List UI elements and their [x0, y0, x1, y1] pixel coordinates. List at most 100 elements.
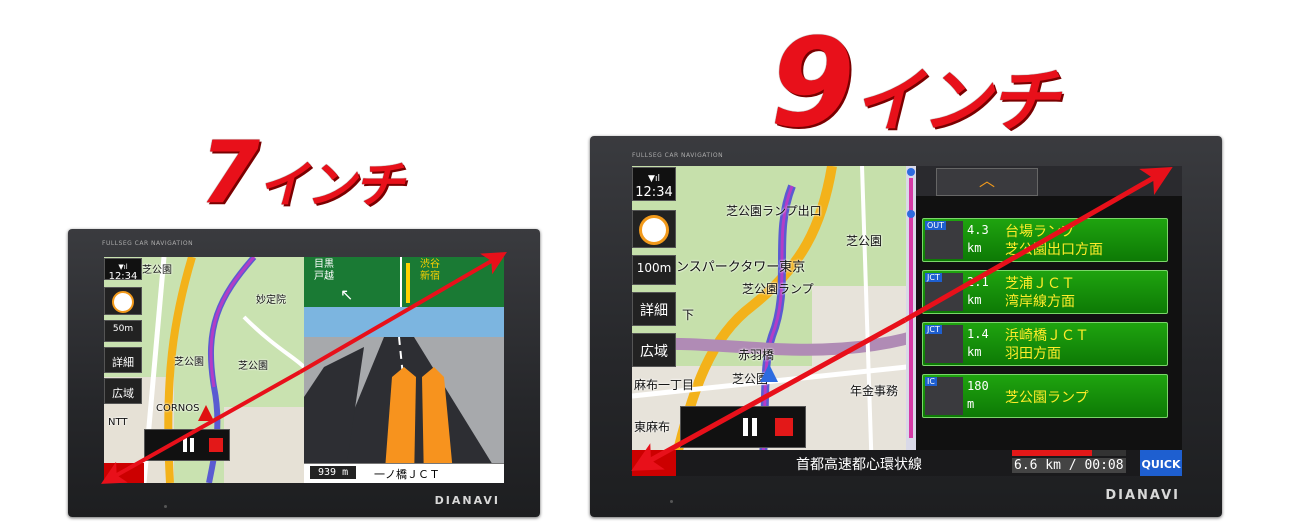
scroll-up-icon[interactable] [907, 168, 915, 176]
guide-distance: 2.1 [967, 275, 989, 289]
device-7-inch: FULLSEG CAR NAVIGATION DIANAVI ▼ıl 12:34 [68, 229, 540, 517]
remaining-progress-bar [1012, 450, 1126, 456]
guide-distance: 4.3 [967, 223, 989, 237]
device-9-clock-text: 12:34 [635, 185, 673, 200]
guide-unit: km [967, 293, 982, 307]
stop-icon[interactable] [209, 438, 223, 452]
chevron-up-icon: ︿ [978, 171, 995, 190]
guide-name-2: 羽田方面 [1005, 346, 1061, 362]
quick-button[interactable]: QUICK [1140, 450, 1182, 476]
map-label: 年金事務 [850, 384, 899, 398]
playback-controls[interactable] [144, 429, 230, 461]
sign-left-text: 目黒 戸越 [314, 259, 334, 283]
sign-up-arrow-icon [406, 263, 410, 303]
map-label: 赤羽橋 [738, 348, 775, 362]
sign-divider [400, 257, 402, 307]
map-label: NTT [108, 417, 128, 428]
remaining-progress-fill [1012, 450, 1092, 456]
map-scrollbar[interactable] [906, 166, 916, 450]
guide-badge: JCT [925, 325, 942, 334]
device-9-map[interactable]: ▼ıl 12:34 100m 詳細 広域 芝公園ランプ出口 芝公園 ンスパークタ… [632, 166, 916, 476]
device-9-wide-button[interactable]: 広域 [632, 333, 676, 367]
device-7-clock: ▼ıl 12:34 [104, 258, 142, 282]
device-7-logo: DIANAVI [434, 494, 500, 507]
current-position-icon [760, 364, 778, 382]
guide-badge: OUT [925, 221, 947, 230]
device-7-sign: 目黒 戸越 ↖ 渋谷 新宿 [304, 257, 504, 307]
signal-icon: ▼ıl [118, 263, 128, 271]
device-7-sidebar: ▼ıl 12:34 50m 詳細 広域 [104, 257, 142, 483]
device-9-scale-text: 100m [636, 261, 672, 275]
scroll-thumb[interactable] [907, 210, 915, 218]
guide-name-1: 台場ランプ [1005, 224, 1075, 240]
map-label: CORNOS [156, 403, 200, 414]
pause-icon[interactable] [183, 438, 187, 452]
map-label: 芝公園ランプ出口 [726, 204, 822, 218]
device-9-top-label: FULLSEG CAR NAVIGATION [632, 152, 724, 159]
guide-badge: IC [925, 377, 937, 386]
device-9-compass-button[interactable] [632, 210, 676, 248]
guide-unit: km [967, 345, 982, 359]
map-label: 芝公園 [174, 357, 204, 368]
pause-icon[interactable] [743, 418, 748, 436]
heading-9-number: 9 [770, 12, 855, 154]
device-9-scale[interactable]: 100m [632, 255, 676, 285]
map-label: 芝公園ランプ [742, 282, 814, 296]
device-7-wide-button[interactable]: 広域 [104, 378, 142, 404]
device-7-top-label: FULLSEG CAR NAVIGATION [102, 240, 194, 247]
heading-7-number: 7 [200, 123, 260, 223]
guide-name-1: 芝浦ＪＣＴ [1005, 276, 1075, 292]
current-road-name: 首都高速都心環状線 [796, 457, 922, 473]
device-7-junction-name: 一ノ橋ＪＣＴ [374, 468, 440, 481]
device-7-compass-button[interactable] [104, 287, 142, 315]
guide-name-2: 湾岸線方面 [1005, 294, 1075, 310]
device-9-inch: FULLSEG CAR NAVIGATION DIANAVI ▼ıl 12:34 [590, 136, 1222, 517]
scroll-up-button[interactable]: ︿ [936, 168, 1038, 196]
guidance-item[interactable]: JCT 2.1 km 芝浦ＪＣＴ 湾岸線方面 [922, 270, 1168, 314]
device-7-scale[interactable]: 50m [104, 320, 142, 342]
map-label: 芝公園 [846, 234, 883, 248]
signal-icon: ▼ıl [648, 174, 660, 184]
stop-icon[interactable] [775, 418, 793, 436]
guide-name-2: 芝公園出口方面 [1005, 242, 1103, 258]
device-7-clock-text: 12:34 [108, 271, 138, 282]
map-label: 芝公園 [238, 361, 268, 372]
heading-9-inch: 9インチ [770, 22, 1059, 146]
guidance-item[interactable]: OUT 4.3 km 台場ランプ 芝公園出口方面 [922, 218, 1168, 262]
heading-7-inch: 7インチ [200, 130, 404, 217]
device-7-distance-bar: 939 m 一ノ橋ＪＣＴ [304, 463, 504, 483]
device-9-logo: DIANAVI [1105, 488, 1180, 503]
guide-unit: m [967, 397, 975, 411]
compass-icon [639, 215, 669, 245]
guide-badge: JCT [925, 273, 942, 282]
guide-distance: 1.4 [967, 327, 989, 341]
device-7-junction-view: 目黒 戸越 ↖ 渋谷 新宿 939 m 一ノ橋ＪＣＴ [304, 257, 504, 483]
guidance-item[interactable]: JCT 1.4 km 浜崎橋ＪＣＴ 羽田方面 [922, 322, 1168, 366]
sign-right-text: 渋谷 新宿 [420, 259, 440, 283]
map-label: 妙定院 [256, 295, 286, 306]
device-9-status-bar: 首都高速都心環状線 6.6 km / 00:08 QUICK [676, 450, 1182, 476]
device-7-map[interactable]: ▼ıl 12:34 50m 詳細 広域 芝公園 妙定院 芝公園 芝公園 CORN… [104, 257, 304, 483]
guide-name-1: 浜崎橋ＪＣＴ [1005, 328, 1089, 344]
map-label: 麻布一丁目 [634, 378, 695, 392]
map-label: 下 [682, 308, 695, 322]
guidance-list-header: ︿ [916, 166, 1182, 196]
compass-icon [112, 291, 134, 313]
device-9-clock: ▼ıl 12:34 [632, 167, 676, 201]
device-7-scale-text: 50m [112, 324, 134, 334]
sign-right-line1: 渋谷 [420, 259, 440, 270]
sign-up-left-arrow-icon: ↖ [340, 285, 354, 304]
device-9-screen: ▼ıl 12:34 100m 詳細 広域 芝公園ランプ出口 芝公園 ンスパークタ… [632, 166, 1182, 476]
device-9-guidance-list: ︿ OUT 4.3 km 台場ランプ 芝公園出口方面 JCT 2.1 km 芝浦… [916, 166, 1182, 450]
device-7-detail-button[interactable]: 詳細 [104, 347, 142, 373]
sign-left-line1: 目黒 [314, 259, 334, 270]
guide-name-1: 芝公園ランプ [1005, 390, 1089, 406]
device-9-detail-button[interactable]: 詳細 [632, 292, 676, 326]
heading-9-unit: インチ [852, 60, 1059, 142]
guidance-item[interactable]: IC 180 m 芝公園ランプ [922, 374, 1168, 418]
menu-button[interactable] [632, 450, 676, 476]
playback-controls[interactable] [680, 406, 806, 448]
menu-button[interactable] [104, 463, 144, 483]
guide-distance: 180 [967, 379, 989, 393]
heading-7-unit: インチ [257, 156, 404, 214]
